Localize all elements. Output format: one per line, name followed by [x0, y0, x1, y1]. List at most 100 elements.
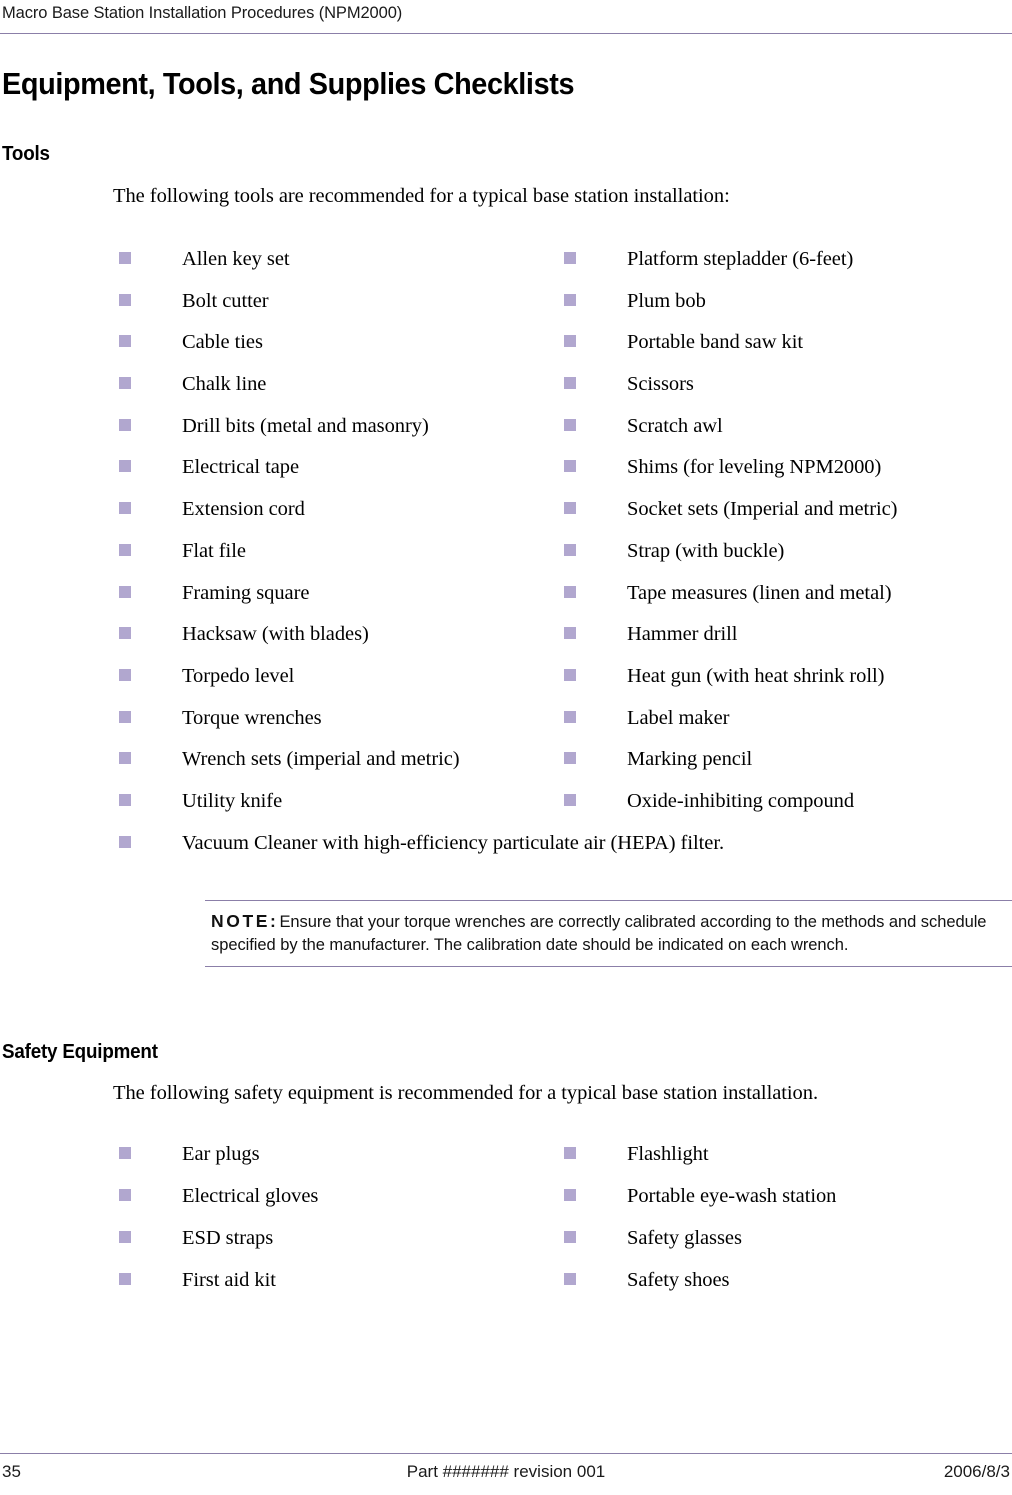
header-divider-rule: [0, 33, 1012, 34]
list-item: First aid kit: [119, 1266, 549, 1308]
list-item-label: Ear plugs: [182, 1143, 260, 1165]
list-item-label: Label maker: [627, 706, 730, 729]
list-item: Tape measures (linen and metal): [564, 579, 1004, 621]
square-bullet-icon: [119, 835, 131, 848]
list-item-label: Utility knife: [182, 789, 283, 812]
list-item: Allen key set: [119, 245, 549, 287]
checklist-row: Torque wrenches Label maker: [0, 704, 1012, 746]
square-bullet-icon: [119, 293, 131, 306]
list-item: Scissors: [564, 370, 1004, 412]
list-item-label: Flat file: [182, 539, 246, 562]
checklist-row: Allen key set Platform stepladder (6-fee…: [0, 245, 1012, 287]
square-bullet-icon: [119, 793, 131, 806]
checklist-row: Extension cord Socket sets (Imperial and…: [0, 495, 1012, 537]
tools-intro-paragraph: The following tools are recommended for …: [113, 185, 730, 207]
checklist-row: Wrench sets (imperial and metric) Markin…: [0, 745, 1012, 787]
checklist-row: ESD straps Safety glasses: [0, 1224, 1012, 1266]
list-item: Extension cord: [119, 495, 549, 537]
checklist-row: Electrical tape Shims (for leveling NPM2…: [0, 453, 1012, 495]
list-item-label: Safety shoes: [627, 1269, 730, 1291]
list-item: Framing square: [119, 579, 549, 621]
footer-row: 35 Part ####### revision 001 2006/8/3: [0, 1460, 1012, 1488]
list-item-label: Tape measures (linen and metal): [627, 581, 892, 604]
square-bullet-icon: [564, 460, 576, 473]
list-item-label: Marking pencil: [627, 748, 753, 771]
list-item-label: Cable ties: [182, 331, 263, 354]
list-item: Heat gun (with heat shrink roll): [564, 662, 1004, 704]
checklist-row: Ear plugs Flashlight: [0, 1140, 1012, 1182]
list-item-label: Vacuum Cleaner with high-efficiency part…: [182, 831, 725, 854]
checklist-row: Hacksaw (with blades) Hammer drill: [0, 620, 1012, 662]
list-item: Hacksaw (with blades): [119, 620, 549, 662]
list-item-label: Scissors: [627, 373, 694, 396]
square-bullet-icon: [119, 1273, 131, 1285]
checklist-row: Flat file Strap (with buckle): [0, 537, 1012, 579]
checklist-row: Electrical gloves Portable eye-wash stat…: [0, 1182, 1012, 1224]
square-bullet-icon: [564, 335, 576, 348]
list-item-label: Oxide-inhibiting compound: [627, 789, 855, 812]
square-bullet-icon: [119, 418, 131, 431]
note-bottom-rule: [205, 966, 1012, 967]
list-item-label: Chalk line: [182, 373, 267, 396]
list-item-label: Flashlight: [627, 1143, 709, 1165]
list-item-label: Bolt cutter: [182, 289, 269, 312]
list-item-label: Extension cord: [182, 498, 305, 521]
list-item: Socket sets (Imperial and metric): [564, 495, 1004, 537]
list-item: Torpedo level: [119, 662, 549, 704]
square-bullet-icon: [564, 1231, 576, 1243]
list-item: Shims (for leveling NPM2000): [564, 453, 1004, 495]
page-footer: 35 Part ####### revision 001 2006/8/3: [0, 1440, 1012, 1495]
list-item: Safety glasses: [564, 1224, 1004, 1266]
checklist-row: Bolt cutter Plum bob: [0, 287, 1012, 329]
list-item: Oxide-inhibiting compound: [564, 787, 1004, 829]
square-bullet-icon: [564, 377, 576, 390]
list-item-label: Drill bits (metal and masonry): [182, 414, 429, 437]
checklist-row: Cable ties Portable band saw kit: [0, 328, 1012, 370]
list-item-label: First aid kit: [182, 1269, 276, 1291]
checklist-row: Drill bits (metal and masonry) Scratch a…: [0, 412, 1012, 454]
part-revision-text: Part ####### revision 001: [406, 1462, 606, 1481]
checklist-row: Torpedo level Heat gun (with heat shrink…: [0, 662, 1012, 704]
safety-intro-paragraph: The following safety equipment is recomm…: [113, 1082, 819, 1104]
list-item: Label maker: [564, 704, 1004, 746]
square-bullet-icon: [119, 460, 131, 473]
list-item: ESD straps: [119, 1224, 549, 1266]
list-item-label: Wrench sets (imperial and metric): [182, 748, 460, 771]
list-item: Platform stepladder (6-feet): [564, 245, 1004, 287]
checklist-row: Utility knife Oxide-inhibiting compound: [0, 787, 1012, 829]
square-bullet-icon: [564, 293, 576, 306]
list-item: Marking pencil: [564, 745, 1004, 787]
section-heading-safety-equipment: Safety Equipment: [2, 1041, 158, 1063]
square-bullet-icon: [119, 1147, 131, 1159]
list-item: Bolt cutter: [119, 287, 549, 329]
checklist-row: Framing square Tape measures (linen and …: [0, 579, 1012, 621]
footer-divider-rule: [0, 1453, 1012, 1454]
square-bullet-icon: [564, 1273, 576, 1285]
list-item-label: Strap (with buckle): [627, 539, 785, 562]
list-item-label: Socket sets (Imperial and metric): [627, 498, 898, 521]
list-item: Utility knife: [119, 787, 549, 829]
square-bullet-icon: [119, 502, 131, 515]
list-item: Strap (with buckle): [564, 537, 1004, 579]
square-bullet-icon: [564, 543, 576, 556]
list-item-label: Shims (for leveling NPM2000): [627, 456, 882, 479]
square-bullet-icon: [119, 585, 131, 598]
list-item-label: Torpedo level: [182, 664, 295, 687]
list-item-label: Plum bob: [627, 289, 706, 312]
tools-checklist: Allen key set Platform stepladder (6-fee…: [0, 245, 1012, 870]
list-item-label: Platform stepladder (6-feet): [627, 248, 854, 270]
square-bullet-icon: [119, 1231, 131, 1243]
square-bullet-icon: [564, 793, 576, 806]
square-bullet-icon: [119, 377, 131, 390]
list-item: Drill bits (metal and masonry): [119, 412, 549, 454]
document-date: 2006/8/3: [943, 1462, 1010, 1481]
square-bullet-icon: [564, 627, 576, 640]
square-bullet-icon: [119, 627, 131, 640]
square-bullet-icon: [564, 418, 576, 431]
list-item-label: Electrical tape: [182, 456, 300, 479]
checklist-row: First aid kit Safety shoes: [0, 1266, 1012, 1308]
square-bullet-icon: [564, 710, 576, 723]
list-item: Cable ties: [119, 328, 549, 370]
running-head-text: Macro Base Station Installation Procedur…: [2, 4, 403, 22]
list-item: Plum bob: [564, 287, 1004, 329]
